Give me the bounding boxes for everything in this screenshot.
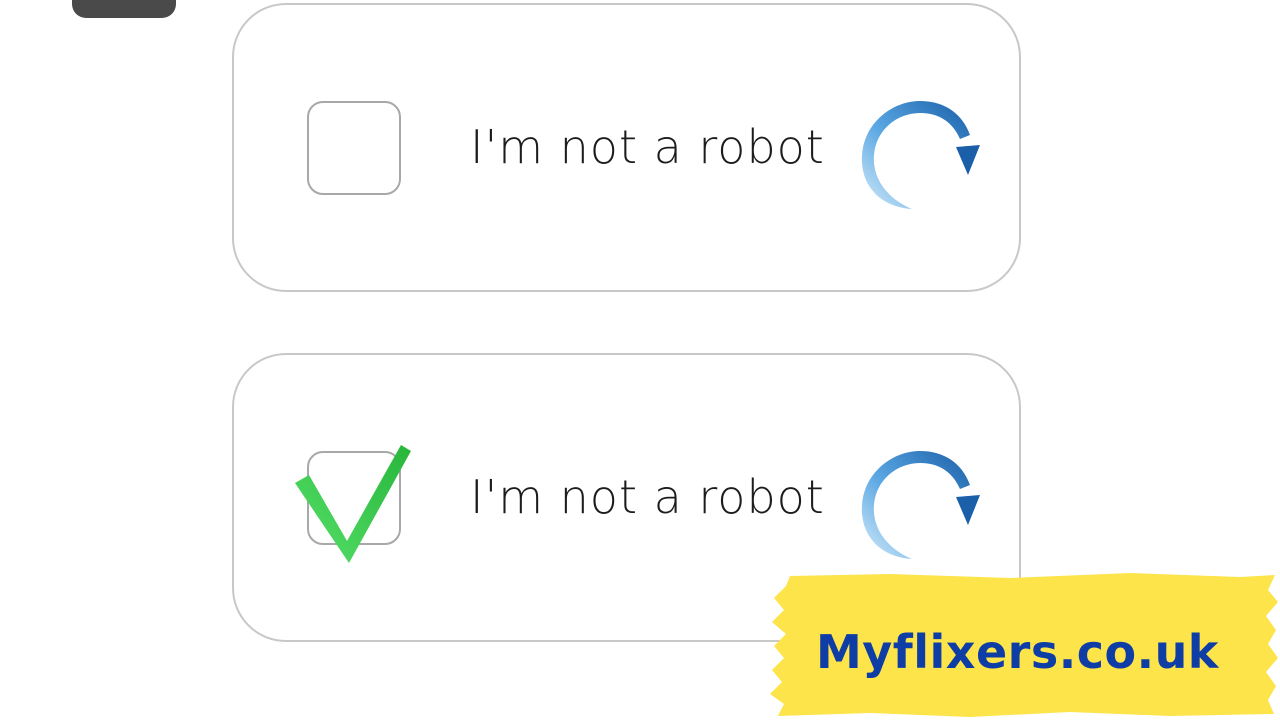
- captcha-checkbox[interactable]: [307, 101, 401, 195]
- captcha-widget-unchecked: I'm not a robot: [232, 3, 1021, 292]
- captcha-label: I'm not a robot: [470, 470, 825, 524]
- brand-text: Myflixers.co.uk: [816, 625, 1219, 679]
- captcha-checkbox[interactable]: [307, 451, 401, 545]
- refresh-icon[interactable]: [856, 445, 988, 565]
- screen: I'm not a robot I'm not a robot Myflixer…: [0, 0, 1280, 720]
- corner-tab: [72, 0, 176, 18]
- captcha-label: I'm not a robot: [470, 120, 825, 174]
- refresh-icon[interactable]: [856, 95, 988, 215]
- brand-banner: Myflixers.co.uk: [770, 572, 1280, 718]
